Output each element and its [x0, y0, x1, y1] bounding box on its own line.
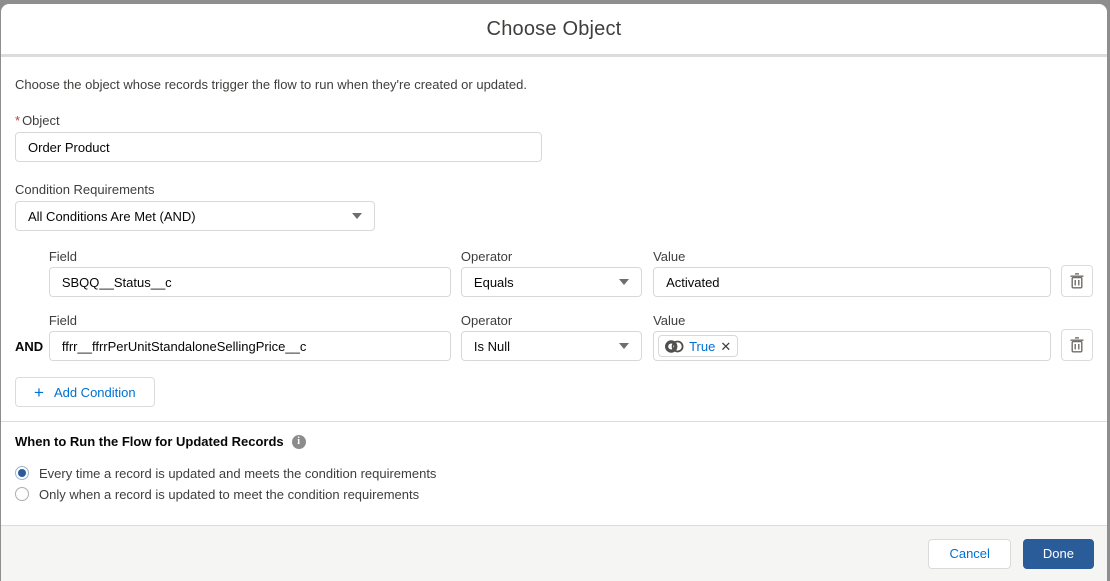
operator-column-label: Operator [460, 249, 513, 264]
condition-2-operator-value: Is Null [473, 338, 511, 354]
condition-and-prefix: AND [15, 338, 44, 354]
value-pill[interactable]: True ✕ [658, 335, 739, 357]
object-input[interactable]: Order Product [15, 132, 542, 162]
object-field-label: * Object [15, 113, 60, 128]
done-button[interactable]: Done [1022, 538, 1094, 569]
add-condition-label: Add Condition [53, 384, 136, 400]
radio-option-every-time[interactable]: Every time a record is updated and meets… [15, 463, 436, 483]
field-column-label: Field [48, 249, 78, 264]
condition-1-field-value: SBQQ__Status__c [61, 274, 172, 290]
condition-1-operator-value: Equals [473, 274, 514, 290]
radio-selected-icon[interactable] [15, 466, 29, 480]
condition-row: Field SBQQ__Status__c Operator Equals Va… [15, 249, 1094, 297]
value-column-label: Value [653, 249, 686, 264]
condition-requirements-label: Condition Requirements [15, 182, 155, 197]
chevron-down-icon [619, 343, 630, 349]
trash-icon [1070, 337, 1084, 353]
info-icon[interactable]: i [291, 434, 306, 449]
object-input-value: Order Product [28, 139, 110, 155]
condition-1-field-input[interactable]: SBQQ__Status__c [48, 267, 451, 297]
condition-row: AND Field ffrr__ffrrPerUnitStandaloneSel… [15, 313, 1094, 361]
when-to-run-heading: When to Run the Flow for Updated Records… [15, 434, 306, 449]
delete-condition-1-button[interactable] [1061, 265, 1094, 297]
condition-2-value-input[interactable]: True ✕ [653, 331, 1052, 361]
toggle-icon [665, 339, 684, 353]
dialog-footer: Cancel Done [1, 525, 1107, 581]
add-condition-button[interactable]: + Add Condition [15, 377, 155, 407]
condition-prefix [15, 267, 49, 297]
object-label-text: Object [22, 113, 60, 128]
delete-condition-2-button[interactable] [1061, 329, 1094, 361]
cancel-button[interactable]: Cancel [928, 538, 1011, 569]
value-column-label: Value [653, 313, 686, 328]
condition-requirements-value: All Conditions Are Met (AND) [28, 208, 196, 224]
radio-option-label: Every time a record is updated and meets… [39, 465, 437, 481]
when-to-run-heading-text: When to Run the Flow for Updated Records [15, 434, 284, 449]
page-title: Choose Object [486, 17, 622, 40]
radio-option-label: Only when a record is updated to meet th… [39, 486, 420, 502]
condition-1-value: Activated [666, 274, 720, 290]
pill-value-label: True [689, 338, 716, 354]
condition-1-value-input[interactable]: Activated [653, 267, 1052, 297]
condition-2-field-input[interactable]: ffrr__ffrrPerUnitStandaloneSellingPrice_… [48, 331, 451, 361]
required-asterisk: * [15, 113, 21, 128]
condition-2-operator-select[interactable]: Is Null [460, 331, 643, 361]
radio-unselected-icon[interactable] [15, 487, 29, 501]
when-to-run-options: Every time a record is updated and meets… [15, 463, 436, 505]
operator-column-label: Operator [460, 313, 513, 328]
section-divider [1, 421, 1107, 422]
dialog-header: Choose Object [1, 4, 1107, 57]
dialog-description: Choose the object whose records trigger … [15, 77, 527, 92]
trash-icon [1070, 273, 1084, 289]
plus-icon: + [34, 382, 44, 402]
condition-2-field-value: ffrr__ffrrPerUnitStandaloneSellingPrice_… [61, 338, 307, 354]
remove-pill-icon[interactable]: ✕ [720, 340, 731, 353]
field-column-label: Field [48, 313, 78, 328]
chevron-down-icon [352, 213, 362, 219]
chevron-down-icon [619, 279, 630, 285]
choose-object-dialog: Choose Object Choose the object whose re… [1, 4, 1107, 581]
condition-1-operator-select[interactable]: Equals [460, 267, 643, 297]
radio-option-only-when[interactable]: Only when a record is updated to meet th… [15, 484, 436, 504]
condition-requirements-select[interactable]: All Conditions Are Met (AND) [15, 201, 375, 231]
